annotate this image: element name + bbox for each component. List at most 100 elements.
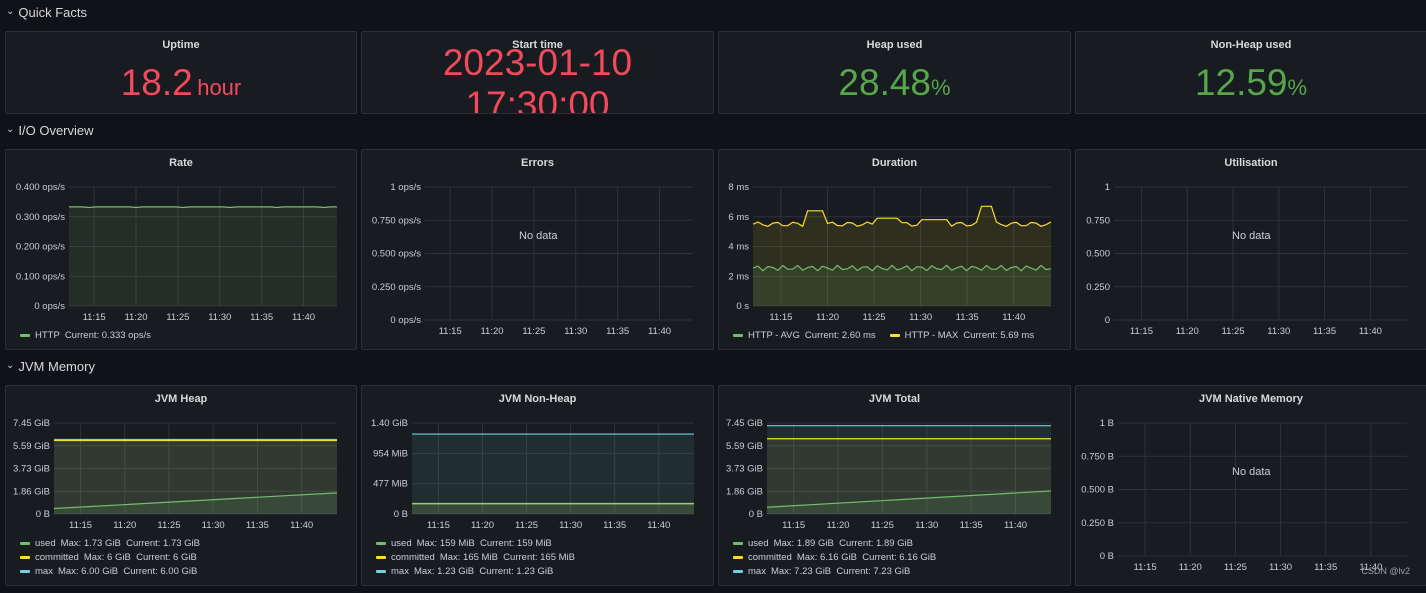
legend-swatch [376, 569, 386, 573]
y-tick-label: 0.200 ops/s [16, 242, 65, 253]
no-data-label: No data [1232, 466, 1271, 478]
legend-swatch [376, 541, 386, 545]
legend-item[interactable]: committed Max: 6 GiB Current: 6 GiB [20, 550, 200, 564]
x-tick-label: 11:40 [648, 326, 671, 337]
series-area-avg [753, 265, 1051, 306]
x-tick-label: 11:15 [782, 520, 805, 531]
legend-item[interactable]: max Max: 1.23 GiB Current: 1.23 GiB [376, 564, 575, 578]
graph-panel-rate[interactable]: Rate 0.400 ops/s 0.300 ops/s 0.200 ops/s 0.… [5, 149, 357, 350]
y-tick-label: 0.250 [1086, 282, 1110, 293]
y-tick-label: 0.750 [1086, 215, 1110, 226]
chevron-down-icon: ⌄ [6, 359, 15, 371]
legend-swatch [20, 541, 30, 545]
x-tick-label: 11:35 [956, 312, 979, 323]
x-tick-label: 11:25 [157, 520, 180, 531]
legend: HTTP - AVG Current: 2.60 ms HTTP - MAX Curr… [733, 328, 1048, 342]
graph-panel-jvm-heap[interactable]: JVM Heap 7.45 GiB 5.59 GiB 3.73 GiB 1.86 Gi… [5, 385, 357, 586]
stat-value: 12.59% [1194, 62, 1308, 103]
graph-panel-jvm-nonheap[interactable]: JVM Non-Heap 1.40 GiB 954 MiB 477 MiB 0 B 11… [361, 385, 714, 586]
y-tick-label: 3.73 GiB [13, 464, 50, 475]
y-tick-label: 954 MiB [373, 448, 408, 459]
graph-panel-jvm-native-memory[interactable]: JVM Native Memory 1 B 0.750 B 0.500 B 0.250… [1075, 385, 1426, 586]
rate-chart: 0.400 ops/s 0.300 ops/s 0.200 ops/s 0.100 o… [16, 182, 337, 323]
legend-item[interactable]: used Max: 1.89 GiB Current: 1.89 GiB [733, 536, 936, 550]
legend-item[interactable]: committed Max: 6.16 GiB Current: 6.16 GiB [733, 550, 936, 564]
y-tick-label: 0 ops/s [390, 315, 421, 326]
y-tick-label: 0 [1105, 315, 1110, 326]
y-tick-label: 1 ops/s [390, 182, 421, 193]
row-title: Quick Facts [18, 4, 88, 20]
legend-swatch [733, 333, 743, 337]
stat-panel-uptime[interactable]: Uptime 18.2 hour [5, 31, 357, 114]
legend-item[interactable]: HTTP Current: 0.333 ops/s [20, 328, 151, 342]
chevron-down-icon: ⌄ [6, 5, 15, 17]
x-tick-label: 11:30 [208, 312, 231, 323]
stat-value: 18.2 hour [120, 62, 242, 103]
legend-item[interactable]: HTTP - MAX Current: 5.69 ms [889, 328, 1034, 342]
x-tick-label: 11:20 [124, 312, 147, 323]
y-tick-label: 8 ms [728, 182, 749, 193]
legend-stats: Current: 2.60 ms [804, 329, 876, 341]
legend-item[interactable]: committed Max: 165 MiB Current: 165 MiB [376, 550, 575, 564]
legend-item[interactable]: max Max: 7.23 GiB Current: 7.23 GiB [733, 564, 936, 578]
x-tick-label: 11:15 [427, 520, 450, 531]
y-tick-label: 477 MiB [373, 479, 408, 490]
y-tick-label: 1 [1105, 182, 1110, 193]
row-jvm-memory[interactable]: ⌄ JVM Memory [6, 355, 95, 377]
row-title: I/O Overview [18, 122, 94, 138]
series-area-used [412, 503, 694, 514]
stat-panel-nonheap-used[interactable]: Non-Heap used 12.59% [1075, 31, 1426, 114]
series-area-max [412, 434, 694, 514]
y-tick-label: 6 ms [728, 212, 749, 223]
legend-stats: Max: 1.23 GiB Current: 1.23 GiB [413, 565, 554, 577]
stat-value: 2023-01-10 17:30:00 [442, 42, 633, 114]
legend-item[interactable]: used Max: 1.73 GiB Current: 1.73 GiB [20, 536, 200, 550]
legend-item[interactable]: used Max: 159 MiB Current: 159 MiB [376, 536, 575, 550]
legend-item[interactable]: max Max: 6.00 GiB Current: 6.00 GiB [20, 564, 200, 578]
legend-swatch [733, 541, 743, 545]
y-tick-label: 5.59 GiB [13, 441, 50, 452]
x-tick-label: 11:30 [564, 326, 587, 337]
y-tick-label: 0.500 B [1081, 485, 1114, 496]
y-tick-label: 0.100 ops/s [16, 271, 65, 282]
stat-panel-start-time[interactable]: Start time 2023-01-10 17:30:00 [361, 31, 714, 114]
x-tick-label: 11:35 [250, 312, 273, 323]
x-tick-label: 11:15 [1130, 326, 1153, 337]
x-tick-label: 11:15 [83, 312, 106, 323]
y-tick-label: 0.750 ops/s [372, 215, 421, 226]
legend-series-name: committed [748, 551, 792, 563]
y-tick-label: 0.300 ops/s [16, 212, 65, 223]
y-tick-label: 0.250 ops/s [372, 282, 421, 293]
legend-swatch [376, 555, 386, 559]
x-tick-label: 11:30 [909, 312, 932, 323]
y-tick-label: 0.400 ops/s [16, 182, 65, 193]
x-tick-label: 11:35 [1313, 326, 1336, 337]
graph-panel-errors[interactable]: Errors 1 ops/s 0.750 ops/s 0.500 ops/s 0.25… [361, 149, 714, 350]
y-tick-label: 1.86 GiB [13, 486, 50, 497]
graph-panel-utilisation[interactable]: Utilisation 1 0.750 0.500 0.250 0 11:15 11:20 1… [1075, 149, 1426, 350]
legend: used Max: 1.73 GiB Current: 1.73 GiB commi… [20, 536, 214, 578]
x-tick-label: 11:15 [439, 326, 462, 337]
y-tick-label: 1 B [1100, 418, 1114, 429]
x-tick-label: 11:40 [1002, 312, 1025, 323]
row-title: JVM Memory [18, 358, 95, 374]
legend-series-name: max [748, 565, 766, 577]
row-io-overview[interactable]: ⌄ I/O Overview [6, 119, 94, 141]
x-tick-label: 11:30 [202, 520, 225, 531]
x-tick-label: 11:35 [246, 520, 269, 531]
utilisation-chart: 1 0.750 0.500 0.250 0 11:15 11:20 11:25 11:30 11:… [1086, 182, 1407, 337]
legend-item[interactable]: HTTP - AVG Current: 2.60 ms [733, 328, 876, 342]
x-tick-label: 11:30 [915, 520, 938, 531]
legend-stats: Max: 159 MiB Current: 159 MiB [416, 537, 552, 549]
graph-panel-jvm-total[interactable]: JVM Total 7.45 GiB 5.59 GiB 3.73 GiB 1.86 G… [718, 385, 1071, 586]
graph-panel-duration[interactable]: Duration 8 ms 6 ms 4 ms 2 ms 0 s 11:15 11:20 11… [718, 149, 1071, 350]
legend-stats: Max: 1.89 GiB Current: 1.89 GiB [773, 537, 914, 549]
legend-stats: Current: 0.333 ops/s [64, 329, 151, 341]
legend-series-name: committed [35, 551, 79, 563]
y-tick-label: 1.40 GiB [371, 418, 408, 429]
jvm-native-chart: 1 B 0.750 B 0.500 B 0.250 B 0 B 11:15 11:20 11:… [1081, 418, 1407, 573]
panel-title: Non-Heap used [1210, 39, 1292, 51]
stat-panel-heap-used[interactable]: Heap used 28.48% [718, 31, 1071, 114]
row-quick-facts[interactable]: ⌄ Quick Facts [6, 1, 87, 23]
legend-swatch [889, 333, 900, 337]
